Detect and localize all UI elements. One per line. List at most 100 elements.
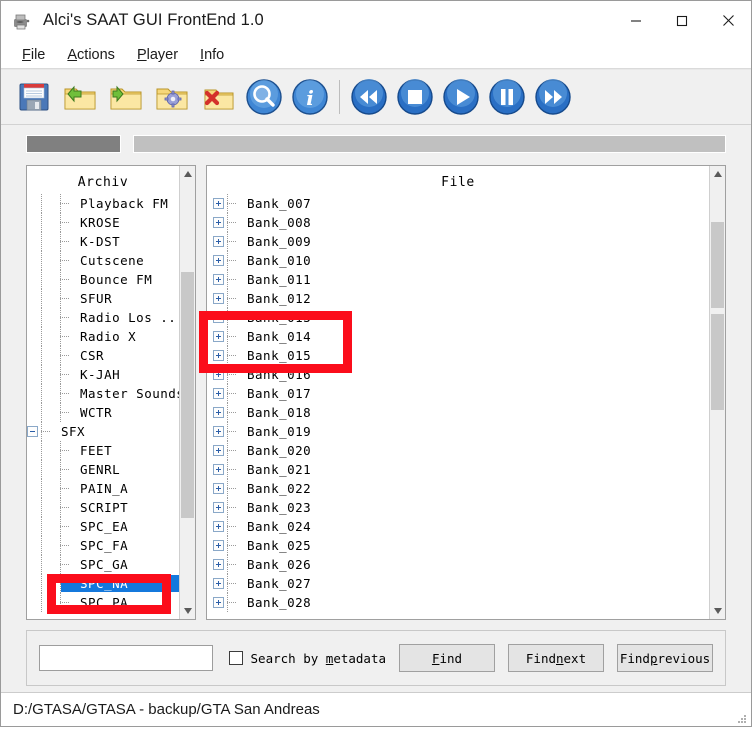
archive-tree-item[interactable]: PAIN_A xyxy=(27,479,179,498)
folder-open-icon[interactable] xyxy=(57,74,103,120)
expand-plus-icon[interactable] xyxy=(213,312,224,323)
archive-tree-item[interactable]: SFUR xyxy=(27,289,179,308)
file-tree-item[interactable]: Bank_017 xyxy=(207,384,709,403)
archive-tree-item[interactable]: Radio Los ... xyxy=(27,308,179,327)
scrollbar-thumb[interactable] xyxy=(181,272,194,518)
expand-plus-icon[interactable] xyxy=(213,293,224,304)
pause-icon[interactable] xyxy=(484,74,530,120)
file-tree-item[interactable]: Bank_013 xyxy=(207,308,709,327)
expand-plus-icon[interactable] xyxy=(213,540,224,551)
file-tree-item[interactable]: Bank_019 xyxy=(207,422,709,441)
collapse-minus-icon[interactable] xyxy=(27,426,38,437)
expand-plus-icon[interactable] xyxy=(213,407,224,418)
folder-delete-icon[interactable] xyxy=(195,74,241,120)
find-previous-button[interactable]: Find p revious xyxy=(617,644,713,672)
scrollbar-thumb-lower[interactable] xyxy=(711,314,724,410)
progress-track[interactable] xyxy=(133,135,726,153)
archive-tree-item[interactable]: K-DST xyxy=(27,232,179,251)
archive-tree-item[interactable]: GENRL xyxy=(27,460,179,479)
file-tree-item[interactable]: Bank_009 xyxy=(207,232,709,251)
archive-tree-item[interactable]: CSR xyxy=(27,346,179,365)
expand-plus-icon[interactable] xyxy=(213,483,224,494)
archive-tree-item[interactable]: SCRIPT xyxy=(27,498,179,517)
expand-plus-icon[interactable] xyxy=(213,217,224,228)
archive-tree-scrollbar[interactable] xyxy=(179,166,195,619)
archive-tree-item[interactable]: SPC_EA xyxy=(27,517,179,536)
expand-plus-icon[interactable] xyxy=(213,464,224,475)
file-tree-item[interactable]: Bank_020 xyxy=(207,441,709,460)
expand-plus-icon[interactable] xyxy=(213,388,224,399)
expand-plus-icon[interactable] xyxy=(213,597,224,608)
search-metadata-checkbox-wrap[interactable]: Search by metadata xyxy=(228,651,386,666)
file-tree-item[interactable]: Bank_026 xyxy=(207,555,709,574)
scroll-down-icon[interactable] xyxy=(710,603,725,619)
expand-plus-icon[interactable] xyxy=(213,502,224,513)
expand-plus-icon[interactable] xyxy=(213,426,224,437)
archive-tree-item[interactable]: Bounce FM xyxy=(27,270,179,289)
file-tree-item[interactable]: Bank_023 xyxy=(207,498,709,517)
menu-item-info[interactable]: Info xyxy=(189,45,235,65)
menu-item-player[interactable]: Player xyxy=(126,45,189,65)
find-next-button[interactable]: Find n ext xyxy=(508,644,604,672)
minimize-icon[interactable] xyxy=(613,0,659,41)
archive-tree-item[interactable]: K-JAH xyxy=(27,365,179,384)
menu-item-file[interactable]: File xyxy=(11,45,56,65)
expand-plus-icon[interactable] xyxy=(213,578,224,589)
file-tree-item[interactable]: Bank_021 xyxy=(207,460,709,479)
archive-tree-item[interactable]: SFX xyxy=(27,422,179,441)
file-tree-item[interactable]: Bank_025 xyxy=(207,536,709,555)
expand-plus-icon[interactable] xyxy=(213,236,224,247)
scroll-up-icon[interactable] xyxy=(710,166,725,182)
stop-icon[interactable] xyxy=(392,74,438,120)
maximize-icon[interactable] xyxy=(659,0,705,41)
expand-plus-icon[interactable] xyxy=(213,255,224,266)
file-tree-item[interactable]: Bank_007 xyxy=(207,194,709,213)
expand-plus-icon[interactable] xyxy=(213,521,224,532)
save-icon[interactable] xyxy=(11,74,57,120)
menu-item-actions[interactable]: Actions xyxy=(56,45,126,65)
file-tree-item[interactable]: Bank_018 xyxy=(207,403,709,422)
rewind-icon[interactable] xyxy=(346,74,392,120)
archive-tree-item[interactable]: FEET xyxy=(27,441,179,460)
archive-tree-item[interactable]: SPC_PA xyxy=(27,593,179,612)
expand-plus-icon[interactable] xyxy=(213,331,224,342)
forward-icon[interactable] xyxy=(530,74,576,120)
archive-tree-item[interactable]: WCTR xyxy=(27,403,179,422)
file-tree-item[interactable]: Bank_027 xyxy=(207,574,709,593)
expand-plus-icon[interactable] xyxy=(213,559,224,570)
expand-plus-icon[interactable] xyxy=(213,274,224,285)
expand-plus-icon[interactable] xyxy=(213,369,224,380)
archive-tree-item[interactable]: Cutscene xyxy=(27,251,179,270)
archive-tree-item[interactable]: Playback FM xyxy=(27,194,179,213)
search-icon[interactable] xyxy=(241,74,287,120)
file-tree-scrollbar[interactable] xyxy=(709,166,725,619)
close-icon[interactable] xyxy=(705,0,751,41)
file-tree-item[interactable]: Bank_016 xyxy=(207,365,709,384)
file-tree-item[interactable]: Bank_008 xyxy=(207,213,709,232)
archive-tree-item[interactable]: Radio X xyxy=(27,327,179,346)
archive-tree-item[interactable]: KROSE xyxy=(27,213,179,232)
expand-plus-icon[interactable] xyxy=(213,445,224,456)
search-input[interactable] xyxy=(39,645,213,671)
archive-tree-item[interactable]: SPC_GA xyxy=(27,555,179,574)
archive-tree-item[interactable]: SPC_NA xyxy=(27,574,179,593)
folder-export-icon[interactable] xyxy=(103,74,149,120)
scrollbar-thumb[interactable] xyxy=(711,222,724,308)
file-tree-item[interactable]: Bank_014 xyxy=(207,327,709,346)
expand-plus-icon[interactable] xyxy=(213,198,224,209)
file-tree-item[interactable]: Bank_028 xyxy=(207,593,709,612)
expand-plus-icon[interactable] xyxy=(213,350,224,361)
search-metadata-checkbox[interactable] xyxy=(228,651,243,665)
archive-tree-item[interactable]: SPC_FA xyxy=(27,536,179,555)
file-tree-item[interactable]: Bank_015 xyxy=(207,346,709,365)
find-button[interactable]: Find xyxy=(399,644,495,672)
archive-tree-item[interactable]: Master Sounds xyxy=(27,384,179,403)
info-icon[interactable]: i xyxy=(287,74,333,120)
play-icon[interactable] xyxy=(438,74,484,120)
folder-settings-icon[interactable] xyxy=(149,74,195,120)
file-tree-item[interactable]: Bank_010 xyxy=(207,251,709,270)
scroll-down-icon[interactable] xyxy=(180,603,195,619)
file-tree-item[interactable]: Bank_024 xyxy=(207,517,709,536)
scroll-up-icon[interactable] xyxy=(180,166,195,182)
file-tree-item[interactable]: Bank_012 xyxy=(207,289,709,308)
